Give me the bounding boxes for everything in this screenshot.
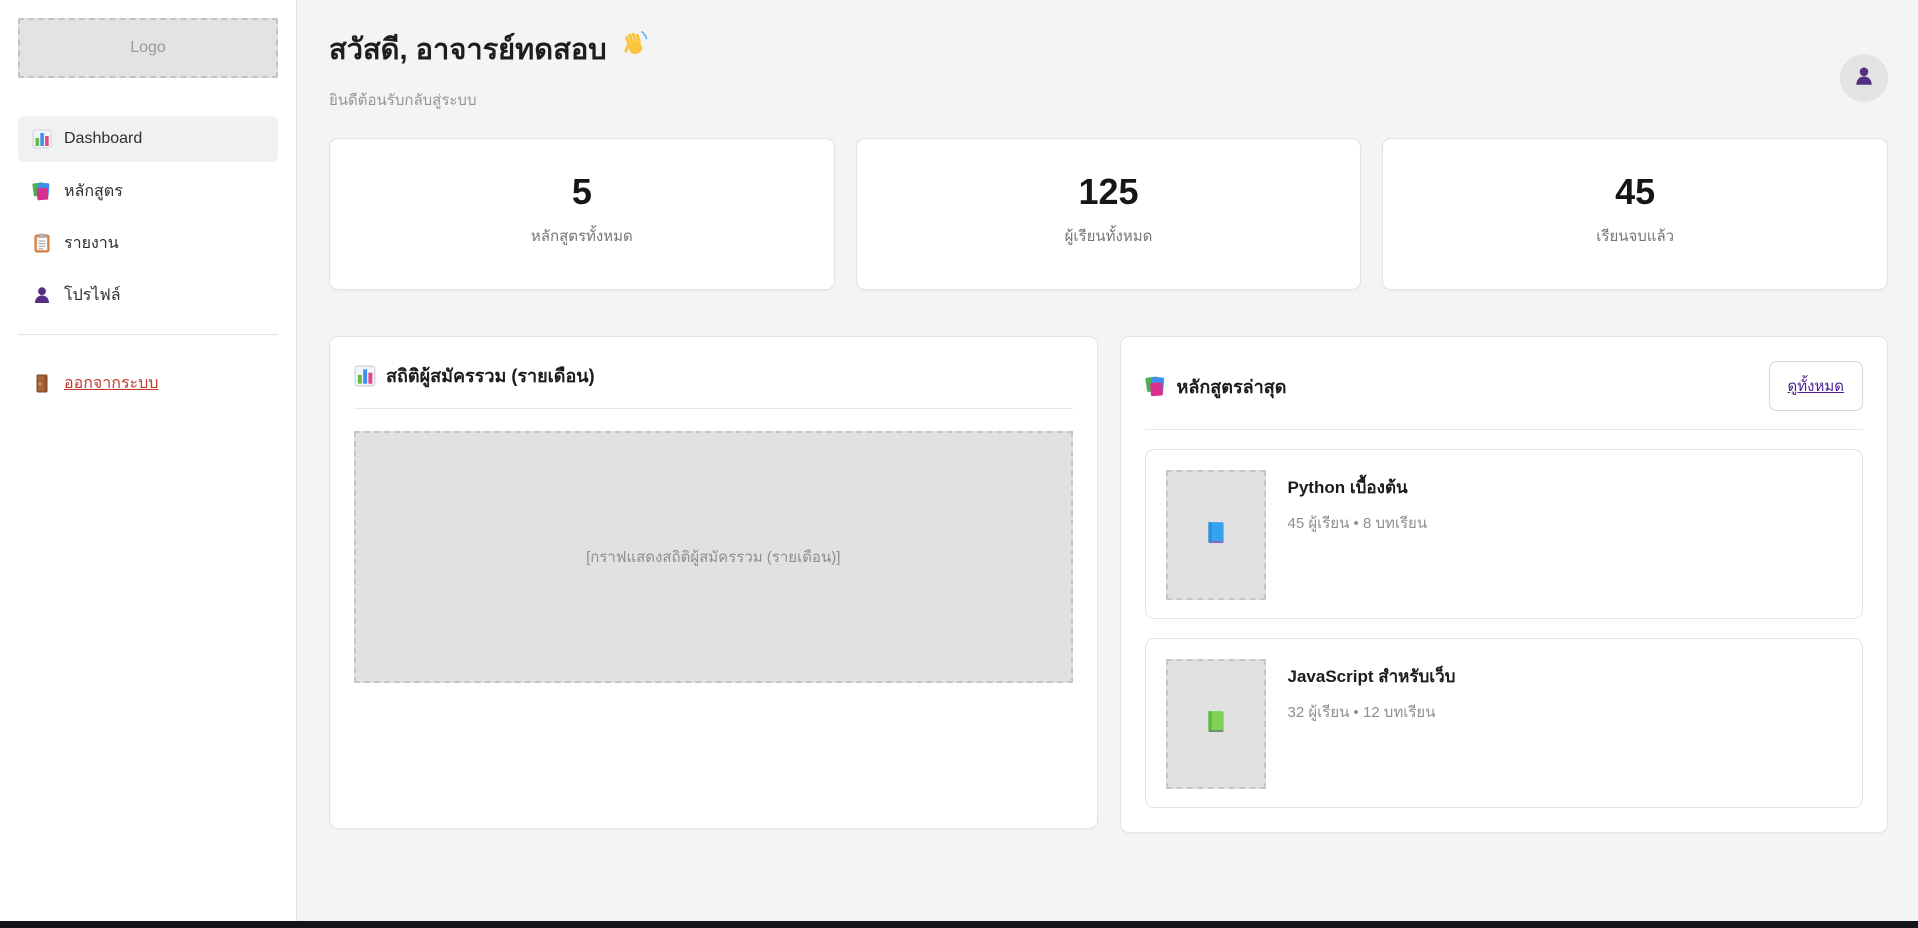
books-icon — [32, 181, 52, 201]
course-info: JavaScript สำหรับเว็บ 32 ผู้เรียน • 12 บ… — [1288, 659, 1456, 787]
app-window: Logo Dashboard หลักสูตร รายงาน — [0, 0, 1918, 928]
greeting-text: สวัสดี, อาจารย์ทดสอบ — [329, 26, 607, 72]
page-title: สวัสดี, อาจารย์ทดสอบ — [329, 26, 649, 72]
sidebar-item-label: รายงาน — [64, 231, 119, 256]
course-meta: 32 ผู้เรียน • 12 บทเรียน — [1288, 700, 1456, 724]
bar-chart-icon — [354, 365, 376, 387]
blue-book-icon — [1204, 520, 1228, 550]
bottom-window-edge — [0, 921, 1918, 928]
course-meta: 45 ผู้เรียน • 8 บทเรียน — [1288, 511, 1428, 535]
course-thumbnail — [1166, 659, 1266, 789]
sidebar-nav: Dashboard หลักสูตร รายงาน โปรไฟล์ — [18, 116, 278, 318]
logout-label: ออกจากระบบ — [64, 371, 158, 396]
logo-placeholder: Logo — [18, 18, 278, 78]
stat-card-total-students: 125 ผู้เรียนทั้งหมด — [856, 138, 1362, 290]
panel-title-row: หลักสูตรล่าสุด ดูทั้งหมด — [1145, 361, 1864, 411]
page-subtitle: ยินดีต้อนรับกลับสู่ระบบ — [329, 88, 649, 112]
course-info: Python เบื้องต้น 45 ผู้เรียน • 8 บทเรียน — [1288, 470, 1428, 598]
panel-title-text: หลักสูตรล่าสุด — [1177, 372, 1287, 401]
person-icon — [1853, 65, 1875, 92]
course-title: JavaScript สำหรับเว็บ — [1288, 663, 1456, 690]
sidebar-item-label: หลักสูตร — [64, 179, 123, 204]
bar-chart-icon — [32, 129, 52, 149]
green-book-icon — [1204, 709, 1228, 739]
stat-label: เรียนจบแล้ว — [1596, 224, 1674, 248]
panel-title: หลักสูตรล่าสุด — [1145, 372, 1287, 401]
stat-card-total-courses: 5 หลักสูตรทั้งหมด — [329, 138, 835, 290]
stat-card-completed: 45 เรียนจบแล้ว — [1382, 138, 1888, 290]
panels-row: สถิติผู้สมัครรวม (รายเดือน) [กราฟแสดงสถิ… — [329, 336, 1888, 833]
books-icon — [1145, 375, 1167, 397]
sidebar: Logo Dashboard หลักสูตร รายงาน — [0, 0, 297, 928]
panel-divider — [1145, 429, 1864, 430]
course-thumbnail — [1166, 470, 1266, 600]
stat-label: ผู้เรียนทั้งหมด — [1065, 224, 1153, 248]
stat-value: 45 — [1615, 174, 1655, 210]
logo-text: Logo — [130, 39, 166, 57]
avatar[interactable] — [1840, 54, 1888, 102]
greeting-block: สวัสดี, อาจารย์ทดสอบ ยินดีต้อนรับกลับสู่… — [329, 26, 649, 112]
main-header: สวัสดี, อาจารย์ทดสอบ ยินดีต้อนรับกลับสู่… — [329, 26, 1888, 112]
waving-hand-icon — [619, 30, 649, 68]
logout-link[interactable]: ออกจากระบบ — [18, 363, 278, 403]
course-card-javascript[interactable]: JavaScript สำหรับเว็บ 32 ผู้เรียน • 12 บ… — [1145, 638, 1864, 808]
chart-placeholder: [กราฟแสดงสถิติผู้สมัครรวม (รายเดือน)] — [354, 431, 1073, 683]
panel-title-row: สถิติผู้สมัครรวม (รายเดือน) — [354, 361, 1073, 390]
panel-title-text: สถิติผู้สมัครรวม (รายเดือน) — [386, 361, 595, 390]
course-title: Python เบื้องต้น — [1288, 474, 1428, 501]
stat-value: 125 — [1078, 174, 1138, 210]
panel-divider — [354, 408, 1073, 409]
panel-title: สถิติผู้สมัครรวม (รายเดือน) — [354, 361, 595, 390]
sidebar-item-label: Dashboard — [64, 130, 142, 148]
course-card-python[interactable]: Python เบื้องต้น 45 ผู้เรียน • 8 บทเรียน — [1145, 449, 1864, 619]
sidebar-divider — [18, 334, 278, 335]
sidebar-item-dashboard[interactable]: Dashboard — [18, 116, 278, 162]
stat-label: หลักสูตรทั้งหมด — [531, 224, 633, 248]
chart-placeholder-text: [กราฟแสดงสถิติผู้สมัครรวม (รายเดือน)] — [586, 545, 840, 569]
main-content: สวัสดี, อาจารย์ทดสอบ ยินดีต้อนรับกลับสู่… — [297, 0, 1918, 928]
stat-value: 5 — [572, 174, 592, 210]
view-all-button[interactable]: ดูทั้งหมด — [1769, 361, 1863, 411]
sidebar-item-label: โปรไฟล์ — [64, 283, 121, 308]
clipboard-icon — [32, 233, 52, 253]
door-icon — [32, 373, 52, 393]
sidebar-item-profile[interactable]: โปรไฟล์ — [18, 272, 278, 318]
enrollment-stats-panel: สถิติผู้สมัครรวม (รายเดือน) [กราฟแสดงสถิ… — [329, 336, 1098, 829]
latest-courses-panel: หลักสูตรล่าสุด ดูทั้งหมด Python เบื้องต้… — [1120, 336, 1889, 833]
stats-row: 5 หลักสูตรทั้งหมด 125 ผู้เรียนทั้งหมด 45… — [329, 138, 1888, 290]
person-icon — [32, 285, 52, 305]
sidebar-item-reports[interactable]: รายงาน — [18, 220, 278, 266]
sidebar-item-courses[interactable]: หลักสูตร — [18, 168, 278, 214]
